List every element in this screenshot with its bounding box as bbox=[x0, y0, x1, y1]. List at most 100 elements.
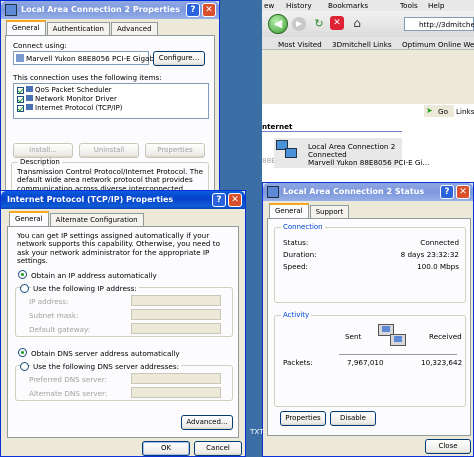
adapter-icon bbox=[16, 54, 24, 62]
use-dns-label[interactable]: Use the following DNS server addresses: bbox=[31, 362, 182, 371]
tab-authentication[interactable]: Authentication bbox=[46, 22, 110, 35]
go-arrow-icon: ➤ bbox=[426, 106, 433, 115]
links-label[interactable]: Links bbox=[456, 107, 474, 116]
close-icon[interactable]: ✕ bbox=[202, 3, 216, 17]
bookmark-3dmitchell[interactable]: 3Dmitchell Links bbox=[332, 40, 392, 49]
tab-alternate-configuration[interactable]: Alternate Configuration bbox=[49, 213, 144, 226]
preferred-dns-field[interactable] bbox=[131, 373, 221, 384]
bookmarks-toolbar: Most Visited 3Dmitchell Links Optimum On… bbox=[262, 37, 474, 50]
obtain-ip-radio[interactable] bbox=[18, 270, 27, 279]
sent-label: Sent bbox=[345, 332, 362, 341]
reload-icon[interactable]: ↻ bbox=[312, 17, 326, 31]
activity-divider bbox=[339, 354, 457, 355]
adapter-name: Marvell Yukon 88E8056 PCI-E Gigabi bbox=[26, 54, 157, 63]
cancel-button[interactable]: Cancel bbox=[194, 441, 242, 456]
status-title: Local Area Connection 2 Status bbox=[283, 187, 425, 196]
bookmark-optimum[interactable]: Optimum Online Web... bbox=[402, 40, 474, 49]
uninstall-button[interactable]: Uninstall bbox=[79, 143, 139, 158]
obtain-dns-radio[interactable] bbox=[18, 348, 27, 357]
help-icon[interactable]: ? bbox=[186, 3, 200, 17]
go-label: Go bbox=[438, 107, 448, 116]
forward-icon[interactable]: ▶ bbox=[292, 17, 306, 31]
tab-general[interactable]: General bbox=[269, 203, 309, 218]
alternate-dns-label: Alternate DNS server: bbox=[29, 389, 108, 398]
tab-general[interactable]: General bbox=[9, 211, 49, 226]
checkbox-icon[interactable] bbox=[17, 95, 24, 103]
back-icon[interactable]: ◀ bbox=[268, 14, 288, 34]
ip-address-field[interactable] bbox=[131, 295, 221, 306]
section-header: nternet bbox=[262, 122, 293, 131]
obtain-dns-label[interactable]: Obtain DNS server address automatically bbox=[31, 349, 180, 358]
url-bar[interactable]: http://3dmitchell bbox=[404, 17, 474, 31]
tcpip-properties-dialog: Internet Protocol (TCP/IP) Properties ? … bbox=[0, 190, 246, 457]
list-item[interactable]: QoS Packet Scheduler bbox=[14, 86, 208, 95]
use-ip-label[interactable]: Use the following IP address: bbox=[31, 284, 139, 293]
menu-tools[interactable]: Tools bbox=[400, 1, 418, 10]
use-dns-radio[interactable] bbox=[20, 362, 29, 371]
configure-button[interactable]: Configure... bbox=[153, 51, 205, 66]
home-icon[interactable]: ⌂ bbox=[350, 16, 364, 30]
menu-bookmarks[interactable]: Bookmarks bbox=[328, 1, 368, 10]
properties-button[interactable]: Properties bbox=[145, 143, 205, 158]
list-item[interactable]: Internet Protocol (TCP/IP) bbox=[14, 104, 208, 113]
obtain-ip-label[interactable]: Obtain an IP address automatically bbox=[31, 271, 157, 280]
install-button[interactable]: Install... bbox=[13, 143, 73, 158]
checkbox-icon[interactable] bbox=[17, 104, 24, 112]
tcpip-general-panel: You can get IP settings assigned automat… bbox=[7, 226, 239, 438]
network-connection-icon bbox=[276, 140, 298, 162]
gateway-field[interactable] bbox=[131, 323, 221, 334]
activity-group-title: Activity bbox=[281, 311, 312, 319]
close-button[interactable]: Close bbox=[425, 439, 471, 454]
duration-value: 8 days 23:32:32 bbox=[400, 250, 459, 259]
ok-button[interactable]: OK bbox=[142, 441, 190, 456]
checkbox-icon[interactable] bbox=[17, 86, 24, 94]
bookmark-most-visited[interactable]: Most Visited bbox=[278, 40, 322, 49]
activity-computers-icon bbox=[378, 322, 408, 352]
list-item[interactable]: Network Monitor Driver bbox=[14, 95, 208, 104]
tab-general[interactable]: General bbox=[6, 20, 46, 35]
preferred-dns-label: Preferred DNS server: bbox=[29, 375, 108, 384]
static-dns-group: Use the following DNS server addresses: … bbox=[15, 362, 233, 401]
lac-titlebar: Local Area Connection 2 Properties ? ✕ bbox=[1, 1, 219, 19]
subnet-label: Subnet mask: bbox=[29, 311, 79, 320]
speed-label: Speed: bbox=[283, 262, 308, 271]
url-text: http://3dmitchell bbox=[419, 20, 474, 29]
conn-device: Marvell Yukon 88E8056 PCI-E Gi... bbox=[308, 158, 430, 167]
connect-using-label: Connect using: bbox=[13, 41, 67, 50]
taskbar-fragment: TXT bbox=[250, 427, 264, 436]
components-list[interactable]: QoS Packet Scheduler Network Monitor Dri… bbox=[13, 83, 209, 119]
tab-support[interactable]: Support bbox=[309, 205, 350, 218]
close-icon[interactable]: ✕ bbox=[456, 185, 470, 199]
properties-button[interactable]: Properties bbox=[280, 411, 326, 426]
item-icon bbox=[26, 95, 33, 101]
ip-address-label: IP address: bbox=[29, 297, 69, 306]
activity-group: Activity Sent Received Packets: 7,967,01… bbox=[274, 311, 466, 407]
alternate-dns-field[interactable] bbox=[131, 387, 221, 398]
close-icon[interactable]: ✕ bbox=[228, 193, 242, 207]
help-icon[interactable]: ? bbox=[440, 185, 454, 199]
go-button[interactable]: ➤ Go bbox=[424, 105, 454, 117]
item-icon bbox=[26, 86, 33, 92]
advanced-button[interactable]: Advanced... bbox=[181, 415, 233, 430]
firefox-menubar: ew History Bookmarks Tools Help bbox=[262, 0, 474, 11]
status-label: Status: bbox=[283, 238, 309, 247]
tab-advanced[interactable]: Advanced bbox=[110, 22, 158, 35]
use-ip-radio[interactable] bbox=[20, 284, 29, 293]
help-icon[interactable]: ? bbox=[212, 193, 226, 207]
firefox-window: ew History Bookmarks Tools Help ◀ ▶ ↻ ✕ … bbox=[262, 0, 474, 200]
menu-help[interactable]: Help bbox=[428, 1, 444, 10]
disable-button[interactable]: Disable bbox=[330, 411, 376, 426]
connection-group-title: Connection bbox=[281, 223, 325, 231]
packets-received: 10,323,642 bbox=[421, 358, 463, 367]
menu-view[interactable]: ew bbox=[264, 1, 274, 10]
subnet-field[interactable] bbox=[131, 309, 221, 320]
firefox-navbar: ◀ ▶ ↻ ✕ ⌂ http://3dmitchell bbox=[262, 11, 474, 37]
menu-history[interactable]: History bbox=[286, 1, 312, 10]
description-title: Description bbox=[18, 158, 62, 166]
lac-properties-dialog: Local Area Connection 2 Properties ? ✕ G… bbox=[0, 0, 220, 201]
stop-icon[interactable]: ✕ bbox=[330, 16, 344, 30]
tcpip-title: Internet Protocol (TCP/IP) Properties bbox=[7, 195, 174, 204]
connection-group: Connection Status: Connected Duration: 8… bbox=[274, 223, 466, 303]
gateway-label: Default gateway: bbox=[29, 325, 91, 334]
intro-text: You can get IP settings assigned automat… bbox=[17, 231, 220, 266]
